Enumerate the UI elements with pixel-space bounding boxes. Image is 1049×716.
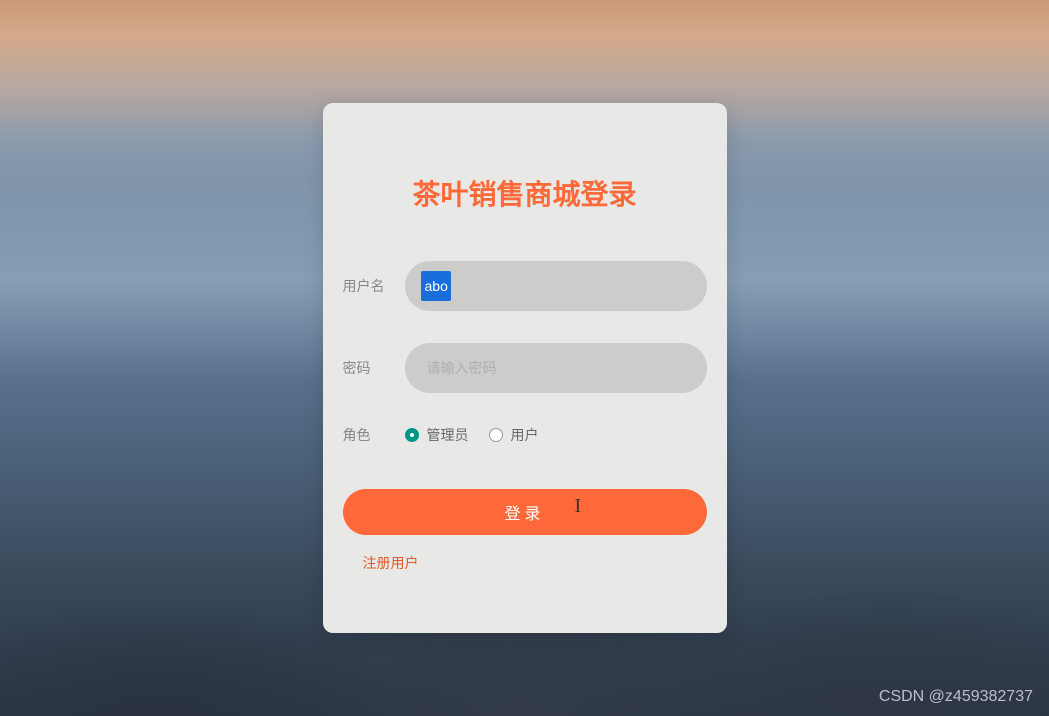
role-row: 角色 管理员 用户 — [343, 425, 707, 445]
username-input-wrap: abo I — [405, 261, 707, 311]
role-radio-group: 管理员 用户 — [405, 425, 539, 445]
username-label: 用户名 — [343, 276, 405, 296]
role-label: 角色 — [343, 425, 405, 445]
login-card: 茶叶销售商城登录 用户名 abo I 密码 角色 管理员 用户 登录 — [323, 103, 727, 633]
password-row: 密码 — [343, 343, 707, 393]
password-label: 密码 — [343, 358, 405, 378]
radio-user-label: 用户 — [511, 425, 539, 445]
username-input[interactable] — [405, 261, 707, 311]
login-button[interactable]: 登录 — [343, 489, 707, 535]
username-row: 用户名 abo I — [343, 261, 707, 311]
register-link[interactable]: 注册用户 — [363, 553, 419, 573]
password-input-wrap — [405, 343, 707, 393]
radio-user-circle — [489, 428, 503, 442]
radio-admin[interactable]: 管理员 — [405, 425, 469, 445]
page-title: 茶叶销售商城登录 — [343, 173, 707, 213]
radio-admin-circle — [405, 428, 419, 442]
password-input[interactable] — [405, 343, 707, 393]
radio-user[interactable]: 用户 — [489, 425, 539, 445]
radio-admin-label: 管理员 — [427, 425, 469, 445]
watermark: CSDN @z459382737 — [879, 688, 1033, 706]
